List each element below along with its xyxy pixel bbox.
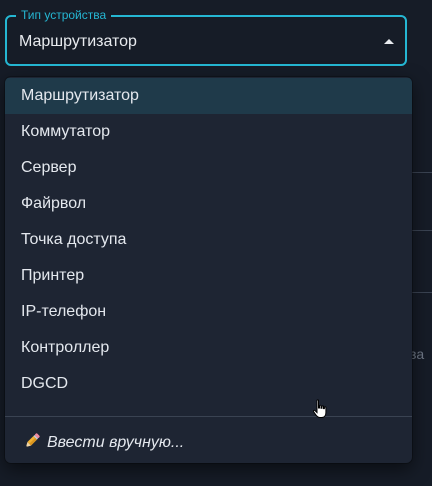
menu-option-access-point[interactable]: Точка доступа xyxy=(5,222,412,258)
caret-up-icon[interactable] xyxy=(384,39,394,44)
manual-entry-label: Ввести вручную... xyxy=(47,434,185,451)
manual-entry-option[interactable]: Ввести вручную... xyxy=(5,417,412,463)
background-divider xyxy=(412,292,432,293)
device-type-label: Тип устройства xyxy=(16,8,112,22)
menu-option-switch[interactable]: Коммутатор xyxy=(5,114,412,150)
pencil-icon xyxy=(25,433,40,448)
menu-option-printer[interactable]: Принтер xyxy=(5,258,412,294)
menu-option-dgcd[interactable]: DGCD xyxy=(5,366,412,402)
menu-option-controller[interactable]: Контроллер xyxy=(5,330,412,366)
menu-option-ip-phone[interactable]: IP-телефон xyxy=(5,294,412,330)
menu-option-firewall[interactable]: Файрвол xyxy=(5,186,412,222)
device-type-value: Маршрутизатор xyxy=(19,33,137,50)
hand-pointer-cursor-icon xyxy=(312,399,327,418)
device-type-menu: Маршрутизатор Коммутатор Сервер Файрвол … xyxy=(5,77,412,463)
background-partial-text: за xyxy=(410,346,425,362)
background-divider xyxy=(412,172,432,173)
background-divider xyxy=(412,230,432,231)
menu-option-server[interactable]: Сервер xyxy=(5,150,412,186)
device-type-select[interactable]: Тип устройства Маршрутизатор xyxy=(5,8,407,66)
menu-option-router[interactable]: Маршрутизатор xyxy=(5,78,412,114)
